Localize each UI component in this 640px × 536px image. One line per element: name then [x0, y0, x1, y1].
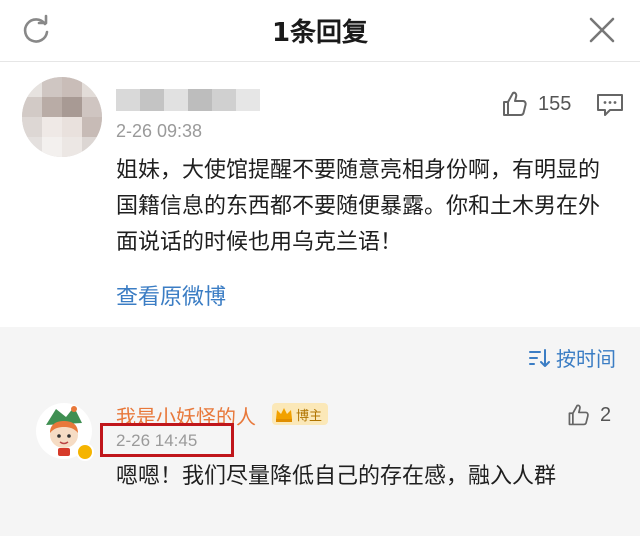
reply-like-count: 2 [600, 403, 612, 426]
view-original-link[interactable]: 查看原微博 [116, 279, 226, 311]
comment-text: 姐妹，大使馆提醒不要随意亮相身份啊，有明显的国籍信息的东西都不要随便暴露。你和土… [116, 158, 601, 255]
comment-time: 2-26 09:38 [116, 121, 203, 141]
thumbs-up-icon [568, 404, 589, 426]
verified-badge-icon [76, 443, 94, 461]
sort-by-time-button[interactable]: 按时间 [528, 343, 616, 372]
reply-avatar[interactable] [36, 403, 94, 461]
thumbs-up-icon [503, 91, 527, 116]
sort-icon [529, 348, 550, 367]
author-name-blurred[interactable] [116, 89, 260, 111]
replies-section: 按时间 我是小妖怪的人 博主 2-26 14:45 2 嗯嗯！我们尽量降低自己的… [0, 327, 640, 536]
reply-text: 嗯嗯！我们尽量降低自己的存在感，融入人群 [116, 464, 557, 489]
main-comment: 2-26 09:38 155 姐妹，大使馆提醒不要随意亮相身份啊，有明显的国籍信… [0, 63, 640, 327]
dialog-header: 1条回复 [0, 0, 640, 62]
blogger-badge: 博主 [272, 403, 329, 425]
comment-icon[interactable] [596, 93, 624, 117]
like-button[interactable]: 155 [500, 89, 571, 119]
sort-label: 按时间 [556, 347, 616, 371]
avatar[interactable] [22, 77, 102, 157]
close-icon[interactable] [588, 16, 616, 44]
like-count: 155 [538, 92, 572, 115]
reply-like-button[interactable]: 2 [566, 403, 611, 427]
blogger-badge-label: 博主 [296, 408, 323, 424]
crown-icon [276, 408, 292, 422]
reply-time: 2-26 14:45 [116, 431, 198, 450]
dialog-title: 1条回复 [271, 18, 369, 48]
